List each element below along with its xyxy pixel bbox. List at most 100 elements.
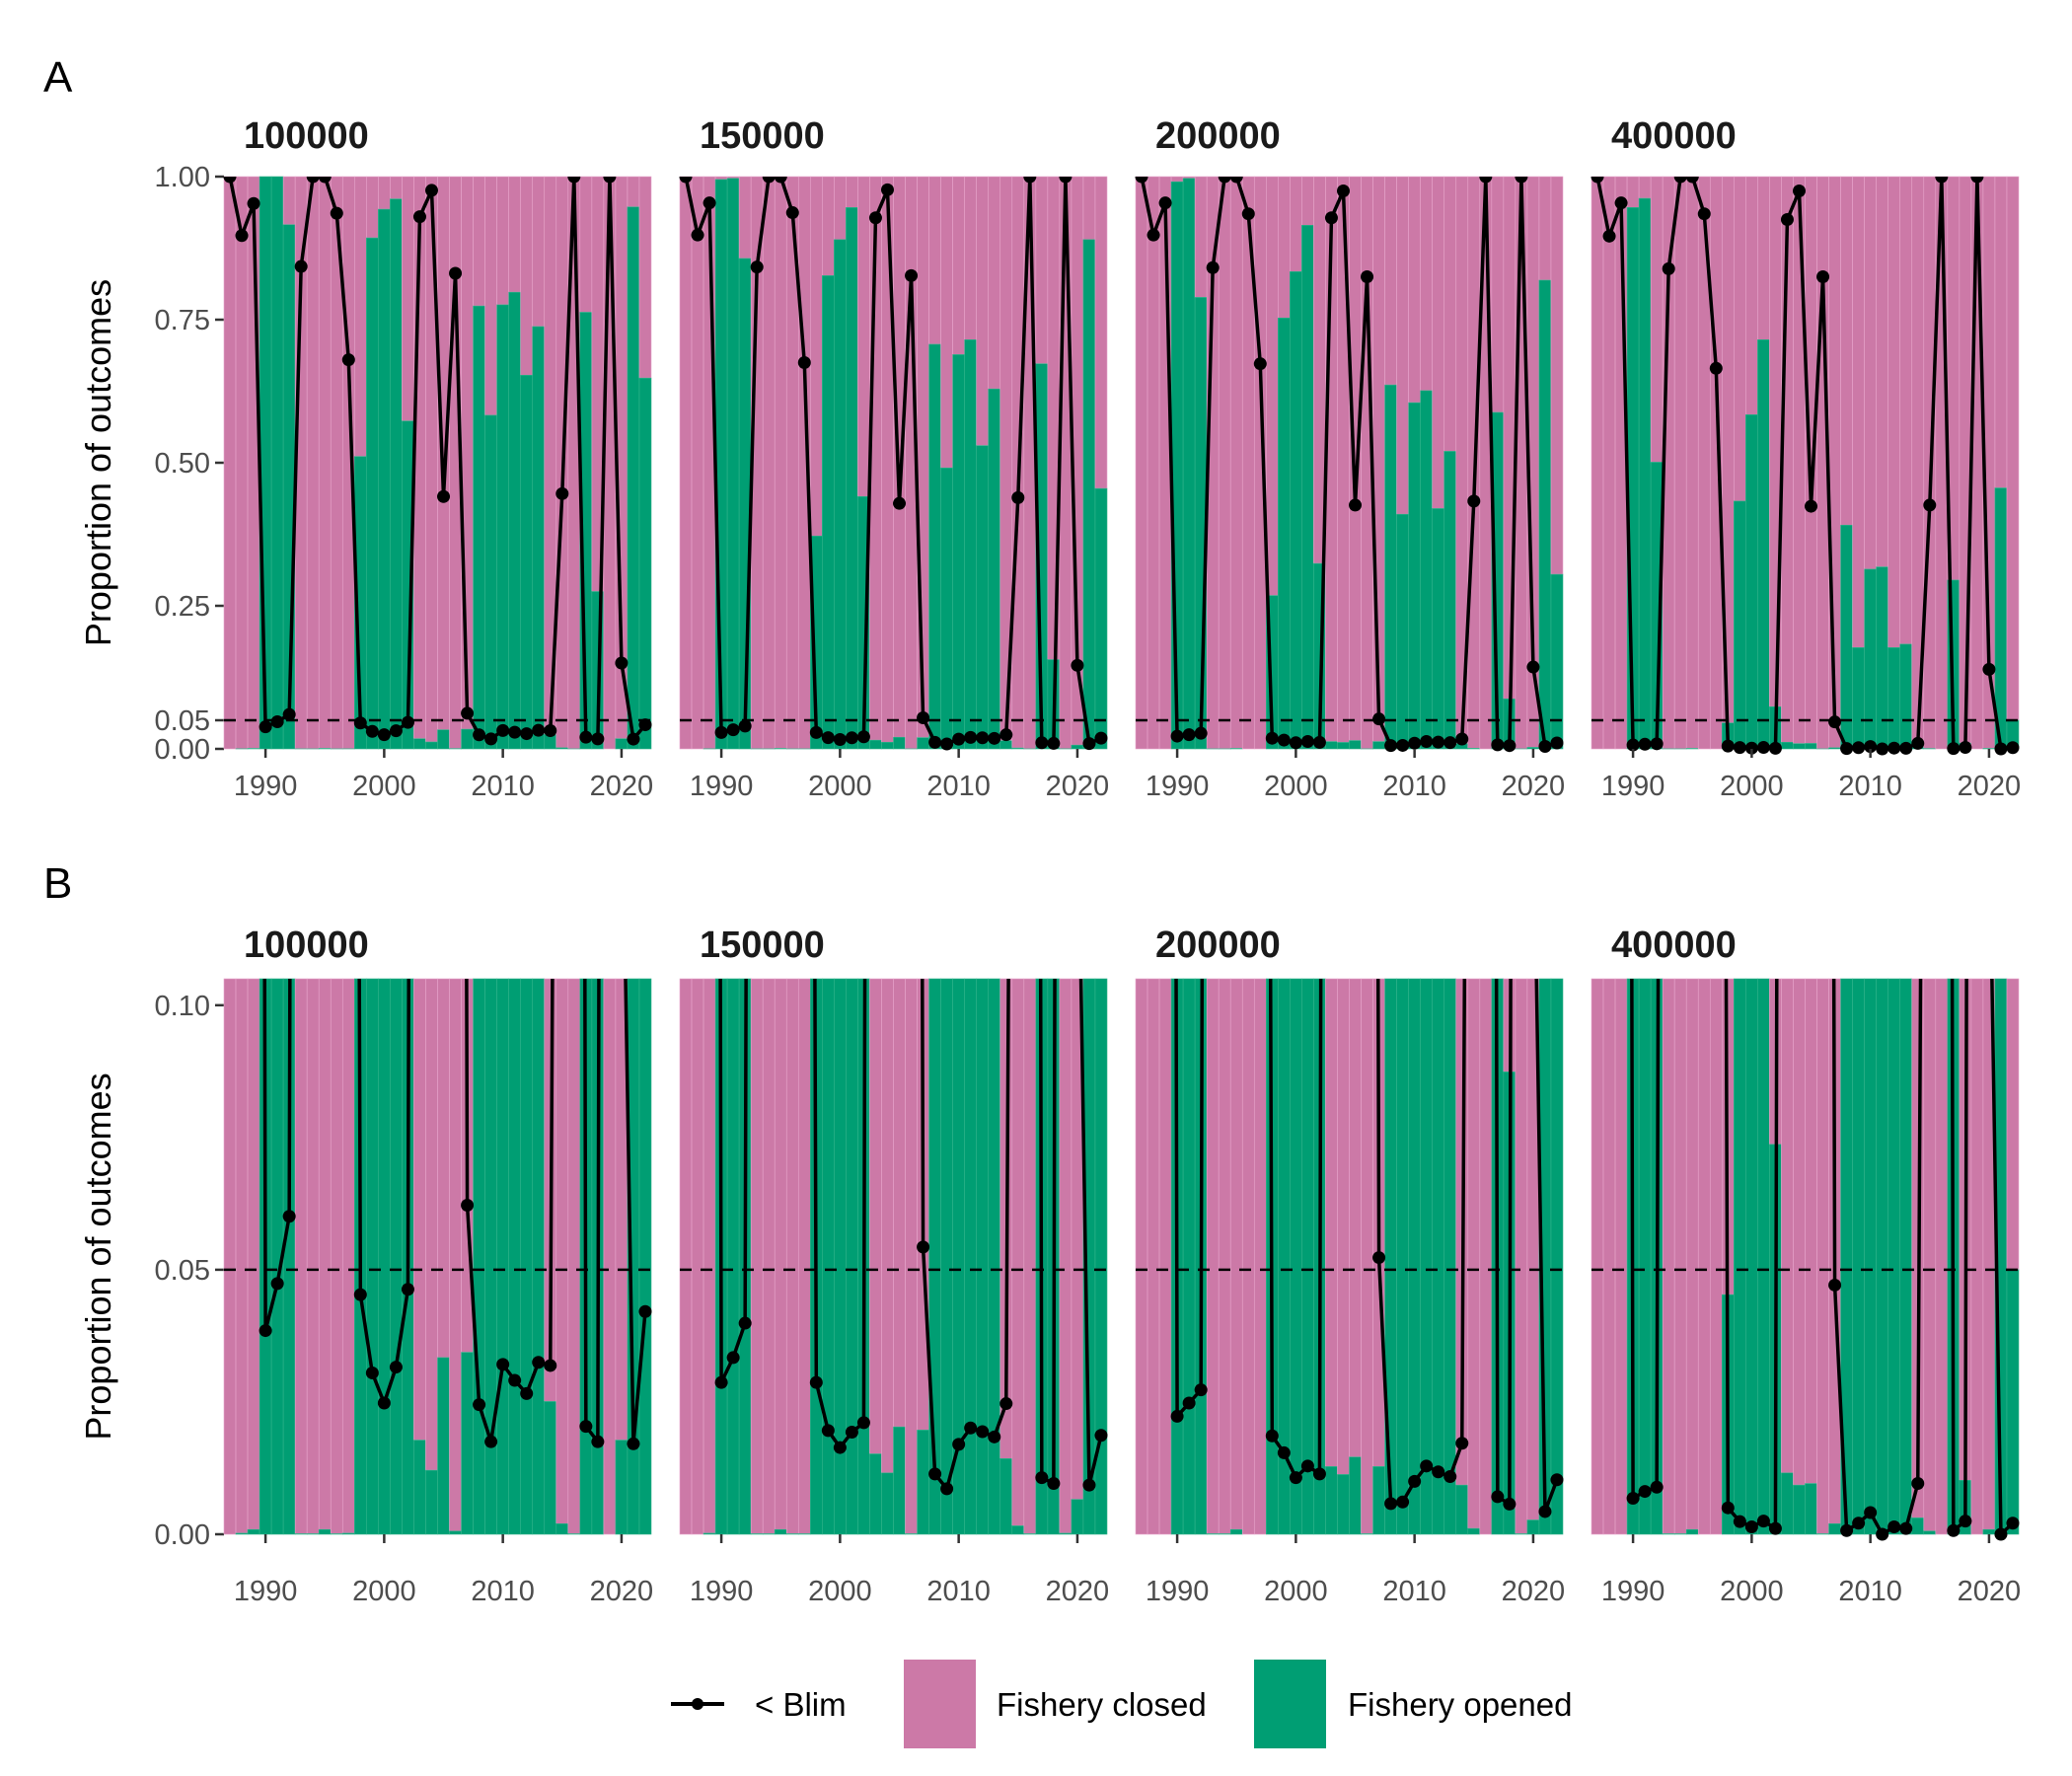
blim-point [401,715,414,729]
bar-opened [532,326,546,750]
x-tick-label: 1990 [1146,1576,1210,1607]
bar-opened [508,291,521,750]
blim-point [2006,1517,2020,1530]
bar-closed [774,176,787,749]
blim-point [809,1375,823,1389]
bar-closed [341,978,355,1534]
bar-opened [881,741,894,750]
blim-point [1638,1485,1652,1499]
bar-closed [2006,978,2020,1271]
row-a: A Proportion of outcomes 0.000.05 0.25 0.50 0… [43,53,2025,802]
bar-opened [1515,1533,1528,1535]
bar-opened [774,748,787,750]
blim-point [294,259,308,273]
bar-opened [247,1528,260,1535]
blim-point [1840,742,1854,756]
bar-closed [484,176,497,416]
bar-opened [1550,978,1564,1535]
bar-closed [437,978,450,1359]
bar-closed [785,978,799,1534]
blim-point [638,718,652,732]
blim-point [1876,1527,1889,1541]
blim-point [1372,1251,1386,1265]
x-tick-label: 1990 [1146,771,1210,802]
bar-closed [691,978,704,1535]
bar-opened [318,748,332,750]
x-tick-label: 2020 [1046,771,1110,802]
bar-opened [1982,748,1996,750]
y-tick-label: 0.05 [155,1255,210,1287]
blim-point [1828,715,1842,729]
blim-point [1035,736,1049,750]
blim-point [714,1375,728,1389]
blim-point [964,1421,978,1435]
x-tick-label: 2020 [1958,1576,2022,1607]
bar-closed [1591,978,1604,1535]
bar-closed [1970,978,1984,1535]
bar-opened [555,747,569,750]
bar-closed [1697,978,1711,1535]
bar-opened [1538,279,1552,750]
bar-closed [366,176,379,239]
bar-opened [1526,1519,1540,1535]
bar-closed [1970,176,1984,750]
bar-opened [1290,270,1302,750]
bar-opened [846,978,858,1535]
bar-closed [1816,978,1829,1534]
blim-point [508,1373,522,1387]
blim-point [1241,207,1255,221]
bar-closed [1170,176,1184,183]
bar-closed [1337,978,1350,1475]
bar-closed [1638,176,1652,199]
blim-point [484,1435,498,1448]
y-axis-title: Proportion of outcomes [78,279,118,646]
bar-opened [1467,748,1481,750]
blim-point [1071,658,1084,672]
blim-point [1300,1459,1314,1473]
bar-opened [567,1533,581,1535]
bar-closed [1602,176,1616,750]
bar-closed [223,978,237,1535]
bar-closed [1290,176,1302,272]
bar-closed [1709,978,1723,1535]
blim-point [1194,726,1208,740]
bar-closed [1673,176,1687,750]
bar-opened [1420,390,1433,750]
blim-point [1265,731,1279,745]
blim-point [1408,736,1422,750]
bar-opened [1899,643,1913,750]
blim-point [627,1437,640,1450]
blim-point [1828,1278,1842,1292]
bar-opened [1301,225,1314,750]
bar-closed [1023,978,1037,1534]
blim-point [330,206,343,220]
x-tick-label: 2000 [808,1576,872,1607]
bar-opened [1638,978,1652,1535]
blim-point [1218,177,1231,184]
blim-point [1792,185,1806,197]
blim-point [928,735,942,749]
blim-point [282,1210,296,1223]
blim-point [1805,499,1818,513]
bar-opened [881,1472,894,1535]
bar-closed [1229,176,1243,749]
blim-point [1047,1477,1061,1491]
bar-opened [976,445,990,750]
blim-point [1923,498,1937,512]
blim-point [401,1283,414,1296]
blim-point [738,1316,752,1330]
x-tick-label: 2000 [808,771,872,802]
bar-closed [520,176,534,376]
x-tick-label: 2010 [1382,1576,1446,1607]
bar-opened [1745,413,1758,750]
bar-opened [1840,524,1853,750]
blim-point [750,260,764,274]
bar-opened [1685,748,1699,750]
bar-opened [294,1533,308,1535]
bar-closed [1396,176,1409,515]
blim-point [1170,729,1184,743]
legend-swatch-closed [904,1660,976,1748]
blim-point [821,731,835,745]
facet-title: 200000 [1155,115,1281,157]
blim-point [1911,736,1925,750]
